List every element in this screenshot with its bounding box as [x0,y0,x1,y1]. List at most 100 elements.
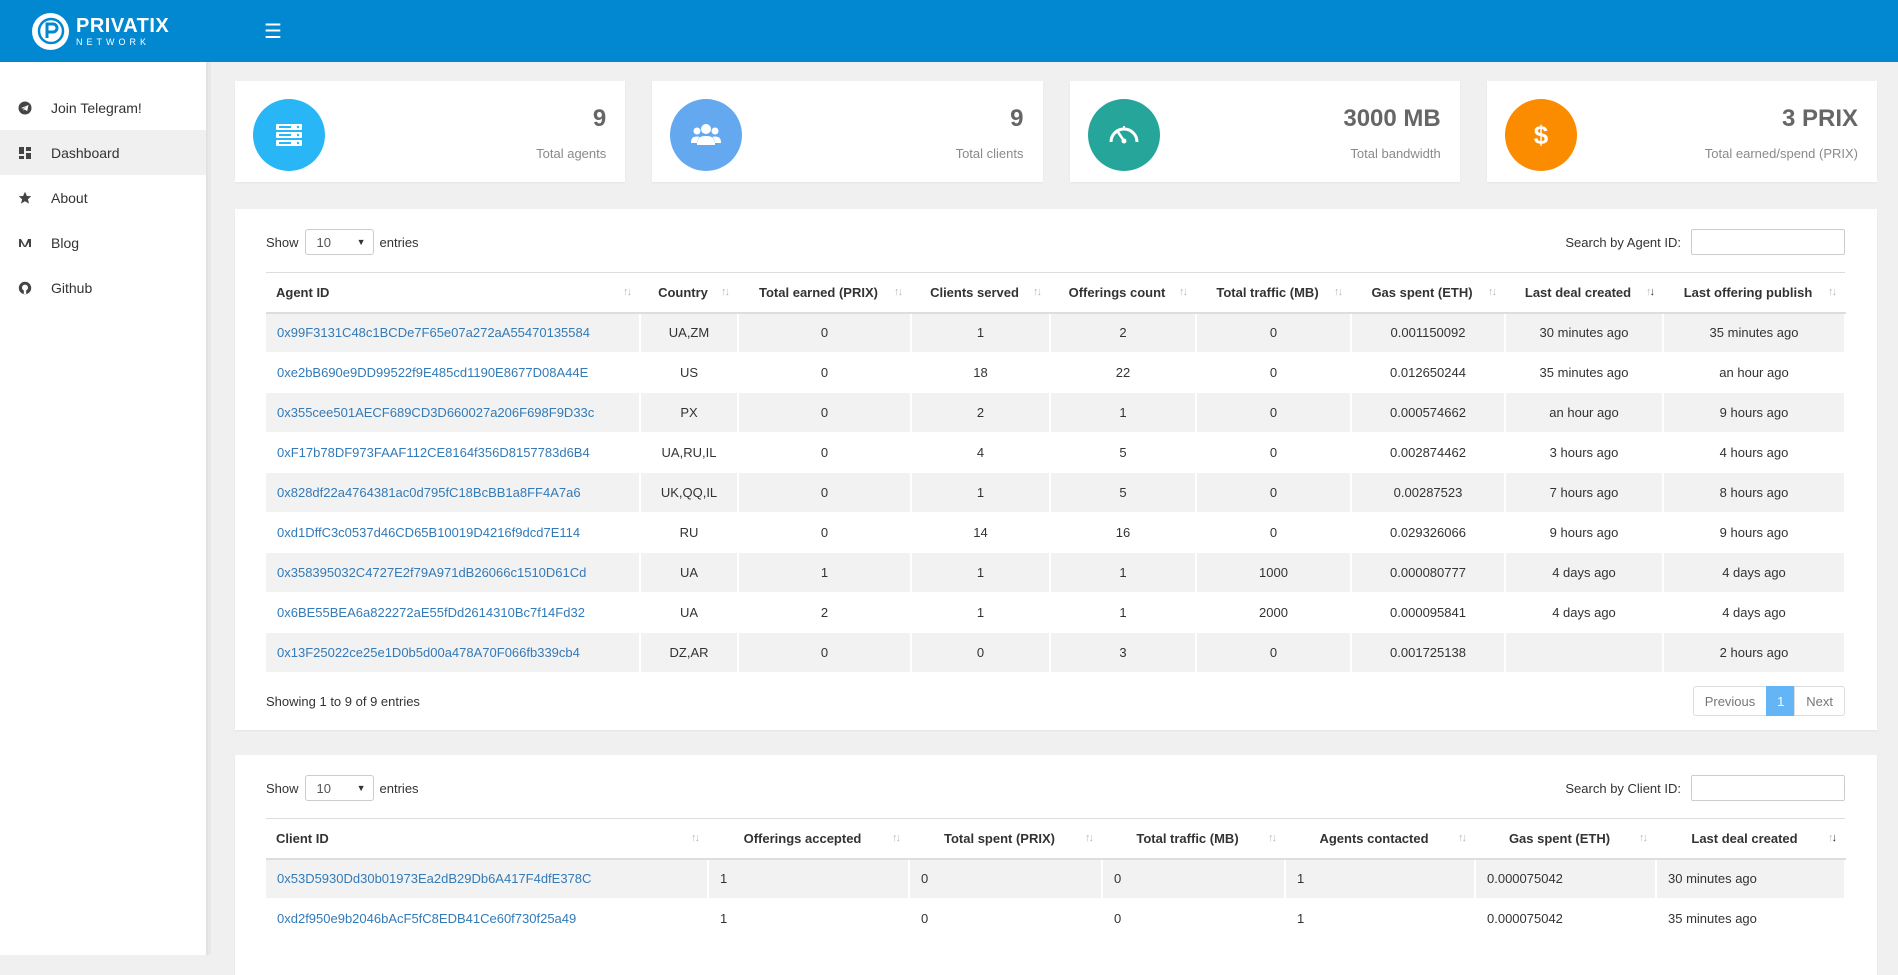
agent-id-link[interactable]: 0xd1DffC3c0537d46CD65B10019D4216f9dcd7E1… [277,525,580,540]
cell-last-deal-created: 4 days ago [1505,552,1664,593]
column-header-total-traffic-mb[interactable]: Total traffic (MB) ↑↓ [1196,272,1351,314]
sidebar-item-label: Dashboard [51,144,120,161]
column-header-total-traffic-mb[interactable]: Total traffic (MB) ↑↓ [1102,818,1285,860]
cell-offerings-count: 16 [1050,512,1197,553]
column-header-total-spent-prix[interactable]: Total spent (PRIX) ↑↓ [909,818,1102,860]
column-header-last-deal-created[interactable]: Last deal created ↑↓ [1656,818,1845,860]
column-header-label: Total spent (PRIX) [944,830,1055,846]
sidebar-item-github[interactable]: Github [0,265,206,310]
sort-icon: ↑↓ [1488,286,1497,299]
column-header-gas-spent-eth[interactable]: Gas spent (ETH) ↑↓ [1351,272,1505,314]
agent-id-link[interactable]: 0x6BE55BEA6a822272aE55fDd2614310Bc7f14Fd… [277,605,585,620]
cell-total-earned-prix: 0 [738,392,912,433]
stat-label: Total bandwidth [1350,146,1441,161]
cell-clients-served: 0 [911,632,1051,673]
column-header-gas-spent-eth[interactable]: Gas spent (ETH) ↑↓ [1475,818,1656,860]
agent-id-link[interactable]: 0x13F25022ce25e1D0b5d00a478A70F066fb339c… [277,645,580,660]
sort-icon: ↑↓ [1085,832,1094,845]
cell-gas-spent-eth: 0.001725138 [1351,632,1506,673]
agent-id-link[interactable]: 0x358395032C4727E2f79A971dB26066c1510D61… [277,565,586,580]
cell-last-deal-created: 3 hours ago [1505,432,1664,473]
column-header-client-id[interactable]: Client ID ↑↓ [266,818,708,860]
agents-table: Agent ID ↑↓ Country ↑↓ Total earned (PRIX) ↑↓… [266,272,1846,673]
column-header-agents-contacted[interactable]: Agents contacted ↑↓ [1285,818,1475,860]
sidebar-item-blog[interactable]: Blog [0,220,206,265]
clients-search: Search by Client ID: [1565,775,1845,801]
menu-toggle-icon[interactable]: ☰ [264,19,282,44]
medium-icon [18,236,32,250]
page-1-button[interactable]: 1 [1766,686,1796,716]
sort-desc-icon: ↑↓ [1646,286,1655,299]
cell-total-traffic-mb: 2000 [1196,592,1352,633]
column-header-label: Total earned (PRIX) [759,284,878,300]
column-header-agent-id[interactable]: Agent ID ↑↓ [266,272,640,314]
cell-gas-spent-eth: 0.029326066 [1351,512,1506,553]
client-id-search-input[interactable] [1691,775,1845,801]
sidebar-item-about[interactable]: About [0,175,206,220]
cell-gas-spent-eth: 0.000075042 [1475,898,1657,939]
cell-last-offering-publish: 4 days ago [1663,592,1846,633]
cell-total-traffic-mb: 0 [1196,392,1352,433]
cell-last-deal-created: 35 minutes ago [1505,352,1664,393]
privatix-logo-icon [32,12,69,50]
sidebar-item-dashboard[interactable]: Dashboard [0,130,206,175]
column-header-label: Client ID [276,830,329,846]
agent-id-link[interactable]: 0x828df22a4764381ac0d795fC18BcBB1a8FF4A7… [277,485,581,500]
entries-label: entries [379,780,419,796]
previous-page-button[interactable]: Previous [1692,686,1768,716]
table-row: 0xd2f950e9b2046bAcF5fC8EDB41Ce60f730f25a… [266,898,1846,939]
cell-clients-served: 2 [911,392,1051,433]
agent-id-link[interactable]: 0x355cee501AECF689CD3D660027a206F698F9D3… [277,405,594,420]
sort-icon: ↑↓ [721,286,730,299]
cell-agent-id: 0x6BE55BEA6a822272aE55fDd2614310Bc7f14Fd… [266,592,641,633]
entries-label: entries [379,234,419,250]
cell-last-offering-publish: 4 days ago [1663,552,1846,593]
agent-id-link[interactable]: 0x99F3131C48c1BCDe7F65e07a272aA554701355… [277,325,590,340]
brand-logo[interactable]: PRIVATIX NETWORK [32,12,232,50]
column-header-offerings-count[interactable]: Offerings count ↑↓ [1050,272,1196,314]
column-header-last-offering-publish[interactable]: Last offering publish ↑↓ [1663,272,1845,314]
agent-id-link[interactable]: 0xe2bB690e9DD99522f9E485cd1190E8677D08A4… [277,365,588,380]
cell-total-earned-prix: 0 [738,632,912,673]
client-id-link[interactable]: 0x53D5930Dd30b01973Ea2dB29Db6A417F4dfE37… [277,871,591,886]
agents-panel: Show 10 ▼ entries Search by Agent ID: Ag… [235,209,1877,730]
column-header-label: Last offering publish [1683,284,1813,300]
column-header-country[interactable]: Country ↑↓ [640,272,738,314]
sort-icon: ↑↓ [1179,286,1188,299]
cell-gas-spent-eth: 0.002874462 [1351,432,1506,473]
stat-card-clients: 9 Total clients [652,81,1043,182]
cell-last-deal-created: 30 minutes ago [1656,858,1846,899]
cell-last-deal-created: 35 minutes ago [1656,898,1846,939]
agents-pagination: Previous 1 Next [1692,686,1845,716]
sidebar-item-label: About [51,189,88,206]
sort-icon: ↑↓ [1828,286,1837,299]
column-header-label: Clients served [930,284,1019,300]
agent-id-search-input[interactable] [1691,229,1845,255]
column-header-total-earned-prix[interactable]: Total earned (PRIX) ↑↓ [738,272,911,314]
sidebar-item-join-telegram[interactable]: Join Telegram! [0,85,206,130]
column-header-offerings-accepted[interactable]: Offerings accepted ↑↓ [708,818,909,860]
top-bar: PRIVATIX NETWORK ☰ [0,0,1898,62]
cell-offerings-accepted: 1 [708,898,910,939]
cell-gas-spent-eth: 0.000095841 [1351,592,1506,633]
dollar-icon: $ [1504,99,1577,171]
column-header-label: Agents contacted [1319,830,1429,846]
svg-text:$: $ [1534,120,1549,150]
gauge-icon [1087,99,1160,171]
cell-country: RU [640,512,739,553]
column-header-label: Total traffic (MB) [1216,284,1319,300]
agent-id-link[interactable]: 0xF17b78DF973FAAF112CE8164f356D8157783d6… [277,445,590,460]
agents-length-control: Show 10 ▼ entries [266,229,419,255]
cell-offerings-count: 1 [1050,552,1197,593]
next-page-button[interactable]: Next [1794,686,1845,716]
agents-page-length-select[interactable]: 10 ▼ [304,229,374,255]
client-id-link[interactable]: 0xd2f950e9b2046bAcF5fC8EDB41Ce60f730f25a… [277,911,576,926]
cell-country: DZ,AR [640,632,739,673]
column-header-clients-served[interactable]: Clients served ↑↓ [911,272,1050,314]
sort-icon: ↑↓ [1334,286,1343,299]
column-header-last-deal-created[interactable]: Last deal created ↑↓ [1505,272,1663,314]
clients-page-length-select[interactable]: 10 ▼ [304,775,374,801]
cell-offerings-count: 1 [1050,392,1197,433]
table-row: 0xd1DffC3c0537d46CD65B10019D4216f9dcd7E1… [266,512,1846,553]
cell-clients-served: 1 [911,472,1051,513]
